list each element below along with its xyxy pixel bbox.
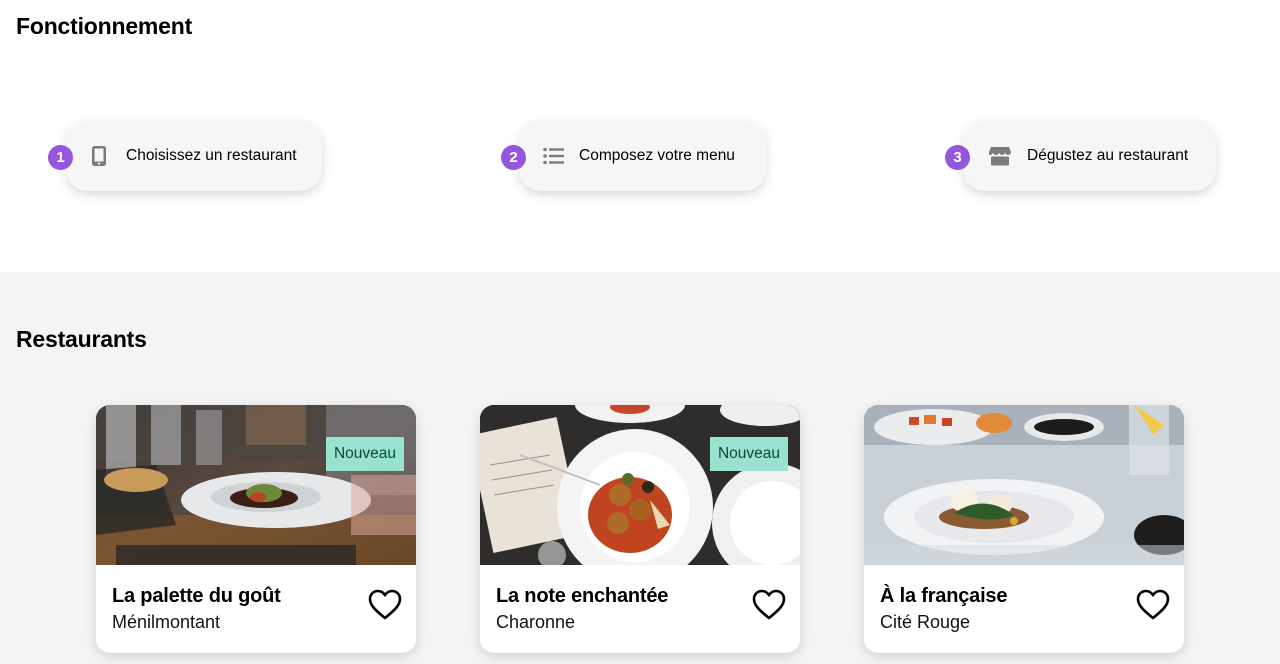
new-badge: Nouveau (709, 437, 788, 471)
store-icon (987, 143, 1013, 169)
smartphone-icon (86, 143, 112, 169)
step-1: 1 Choisissez un restaurant (48, 121, 322, 191)
favorite-heart-icon[interactable] (368, 589, 402, 621)
step-number-badge: 1 (48, 145, 73, 170)
step-label: Choisissez un restaurant (126, 147, 297, 164)
new-badge: Nouveau (325, 437, 404, 471)
list-icon (541, 143, 567, 169)
restaurant-location: Charonne (496, 612, 576, 632)
step-2: 2 Composez votre menu (501, 121, 766, 191)
restaurant-photo: Nouveau (480, 405, 800, 565)
restaurants-title: Restaurants (16, 326, 147, 352)
step-3: 3 Dégustez au restaurant (945, 121, 1216, 191)
step-number-badge: 2 (501, 145, 526, 170)
restaurant-photo (864, 405, 1184, 565)
step-number-badge: 3 (945, 145, 970, 170)
step-label: Dégustez au restaurant (1027, 147, 1189, 164)
favorite-heart-icon[interactable] (752, 589, 786, 621)
restaurant-name: À la française (880, 585, 1008, 607)
restaurants-section: Restaurants Nouveau La palette du goût M… (0, 272, 1280, 664)
favorite-heart-icon[interactable] (1136, 589, 1170, 621)
restaurant-location: Ménilmontant (112, 612, 221, 632)
step-label: Composez votre menu (579, 147, 735, 164)
restaurant-name: La note enchantée (496, 585, 669, 607)
restaurant-card[interactable]: Nouveau La palette du goût Ménilmontant (96, 405, 416, 653)
restaurant-name: La palette du goût (112, 585, 281, 607)
how-it-works-section: Fonctionnement 1 Choisissez un restauran… (0, 0, 1280, 272)
restaurant-photo: Nouveau (96, 405, 416, 565)
restaurant-card[interactable]: À la française Cité Rouge (864, 405, 1184, 653)
restaurant-card[interactable]: Nouveau La note enchantée Charonne (480, 405, 800, 653)
how-it-works-title: Fonctionnement (16, 13, 193, 39)
restaurant-location: Cité Rouge (880, 612, 971, 632)
